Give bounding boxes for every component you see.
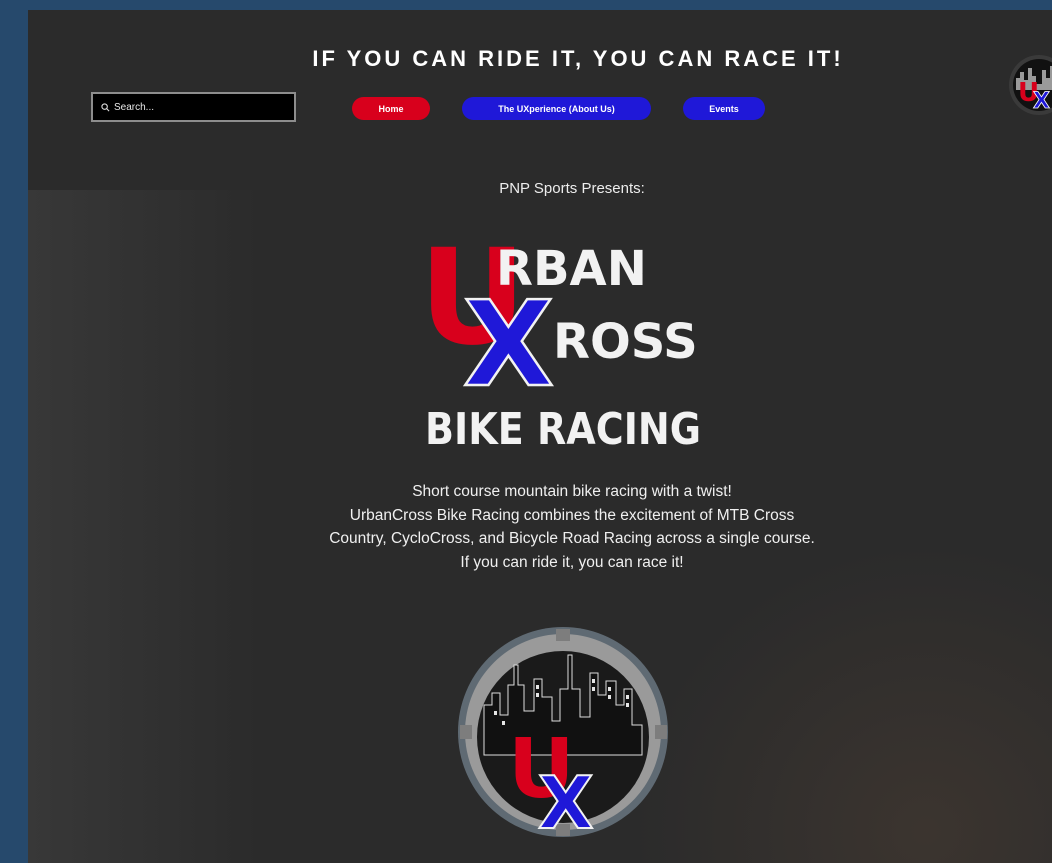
search-icon	[101, 102, 110, 111]
nav-events-button[interactable]: Events	[683, 97, 765, 120]
site-tagline: IF YOU CAN RIDE IT, YOU CAN RACE IT!	[312, 46, 844, 71]
search-box[interactable]	[91, 92, 296, 122]
header-logo[interactable]: U X	[1008, 54, 1052, 116]
description-line: Short course mountain bike racing with a…	[412, 483, 732, 500]
description-line: If you can ride it, you can race it!	[460, 553, 684, 571]
description: Short course mountain bike racing with a…	[28, 480, 1052, 574]
logo-line-bike-racing: BIKE RACING	[425, 404, 701, 450]
background-blur-right	[632, 543, 1052, 863]
description-line: UrbanCross Bike Racing combines the exci…	[349, 506, 795, 524]
urbancross-badge-logo: U X	[458, 627, 668, 840]
urbancross-logo: U RBAN X ROSS BIKE RACING	[419, 225, 701, 450]
logo-line-ross: ROSS	[553, 314, 698, 370]
page-body: IF YOU CAN RIDE IT, YOU CAN RACE IT! U X…	[28, 10, 1052, 863]
description-line: Country, CycloCross, and Bicycle Road Ra…	[329, 530, 815, 547]
nav-about-button[interactable]: The UXperience (About Us)	[462, 97, 651, 120]
nav-home-button[interactable]: Home	[352, 97, 430, 120]
logo-letter-x: X	[463, 275, 554, 413]
presents-text: PNP Sports Presents:	[499, 180, 645, 197]
corner-logo-x: X	[1033, 89, 1050, 114]
search-input[interactable]	[110, 101, 284, 113]
badge-letter-x: X	[538, 761, 594, 840]
